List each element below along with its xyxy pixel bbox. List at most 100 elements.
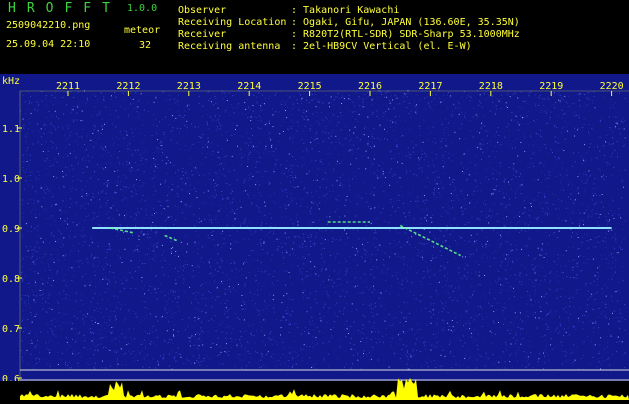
noise-pixel — [539, 163, 540, 165]
noise-pixel — [321, 268, 323, 270]
noise-pixel — [371, 291, 373, 293]
noise-pixel — [191, 326, 193, 328]
noise-pixel — [370, 358, 372, 360]
noise-pixel — [515, 170, 517, 172]
noise-pixel — [177, 270, 179, 272]
noise-pixel — [530, 135, 532, 137]
noise-pixel — [446, 280, 448, 282]
noise-pixel — [602, 206, 604, 208]
noise-pixel — [162, 91, 164, 93]
noise-pixel — [325, 201, 327, 203]
noise-pixel — [432, 309, 434, 311]
noise-pixel — [71, 165, 73, 166]
noise-pixel — [360, 331, 362, 333]
noise-pixel — [459, 365, 461, 367]
noise-pixel — [373, 322, 375, 324]
noise-pixel — [141, 319, 143, 321]
noise-pixel — [534, 311, 536, 313]
noise-pixel — [77, 333, 78, 334]
noise-pixel — [205, 305, 207, 307]
noise-pixel — [26, 168, 27, 170]
noise-pixel — [535, 271, 537, 273]
noise-pixel — [53, 261, 55, 263]
noise-pixel — [532, 162, 534, 164]
noise-pixel — [464, 358, 466, 359]
noise-pixel — [470, 161, 472, 163]
noise-pixel — [63, 279, 65, 281]
noise-pixel — [247, 166, 249, 167]
noise-pixel — [556, 327, 558, 329]
noise-pixel — [289, 138, 291, 140]
noise-pixel — [542, 210, 544, 212]
noise-pixel — [107, 180, 109, 182]
noise-pixel — [280, 182, 282, 184]
noise-pixel — [531, 264, 533, 266]
noise-pixel — [469, 328, 471, 330]
noise-pixel — [443, 322, 445, 324]
noise-pixel — [154, 213, 155, 214]
noise-pixel — [340, 112, 342, 113]
noise-pixel — [319, 331, 321, 332]
noise-pixel — [548, 243, 550, 245]
noise-pixel — [98, 215, 100, 217]
noise-pixel — [410, 201, 412, 203]
noise-pixel — [234, 133, 236, 135]
noise-pixel — [211, 219, 213, 221]
noise-pixel — [93, 366, 95, 368]
noise-pixel — [54, 158, 56, 160]
noise-pixel — [354, 126, 356, 128]
noise-pixel — [424, 348, 426, 350]
noise-pixel — [343, 323, 345, 325]
noise-pixel — [185, 363, 187, 365]
noise-pixel — [516, 354, 517, 356]
noise-pixel — [598, 361, 600, 363]
noise-pixel — [35, 345, 37, 347]
noise-pixel — [427, 271, 429, 273]
noise-pixel — [224, 175, 226, 177]
noise-pixel — [420, 294, 422, 296]
noise-pixel — [583, 124, 585, 125]
noise-pixel — [165, 164, 167, 166]
noise-pixel — [374, 302, 376, 304]
noise-pixel — [421, 250, 423, 252]
location-label: Receiving Location — [178, 17, 287, 28]
noise-pixel — [219, 128, 221, 130]
noise-pixel — [126, 214, 127, 215]
noise-pixel — [293, 198, 295, 200]
noise-pixel — [248, 144, 250, 146]
noise-pixel — [270, 226, 272, 227]
noise-pixel — [523, 351, 525, 353]
noise-pixel — [499, 162, 501, 164]
noise-pixel — [187, 264, 189, 266]
noise-pixel — [533, 120, 535, 121]
noise-pixel — [359, 98, 361, 100]
noise-pixel — [94, 212, 96, 214]
noise-pixel — [254, 116, 256, 118]
noise-pixel — [570, 198, 571, 200]
noise-pixel — [573, 363, 575, 365]
noise-pixel — [76, 318, 78, 320]
noise-pixel — [319, 197, 321, 199]
noise-pixel — [322, 131, 324, 133]
noise-pixel — [374, 229, 376, 231]
noise-pixel — [231, 341, 233, 343]
noise-pixel — [339, 106, 341, 108]
noise-pixel — [134, 338, 135, 340]
noise-pixel — [410, 354, 412, 356]
noise-pixel — [421, 365, 422, 367]
noise-pixel — [201, 297, 203, 299]
noise-pixel — [108, 183, 110, 185]
noise-pixel — [45, 342, 47, 344]
noise-pixel — [168, 365, 170, 367]
noise-pixel — [390, 168, 392, 170]
noise-pixel — [473, 107, 475, 109]
noise-pixel — [247, 158, 249, 160]
noise-pixel — [541, 250, 543, 252]
noise-pixel — [32, 186, 34, 188]
noise-pixel — [68, 143, 70, 145]
noise-pixel — [232, 107, 234, 109]
noise-pixel — [471, 336, 473, 338]
noise-pixel — [424, 217, 426, 219]
noise-pixel — [72, 353, 74, 355]
noise-pixel — [47, 187, 49, 189]
